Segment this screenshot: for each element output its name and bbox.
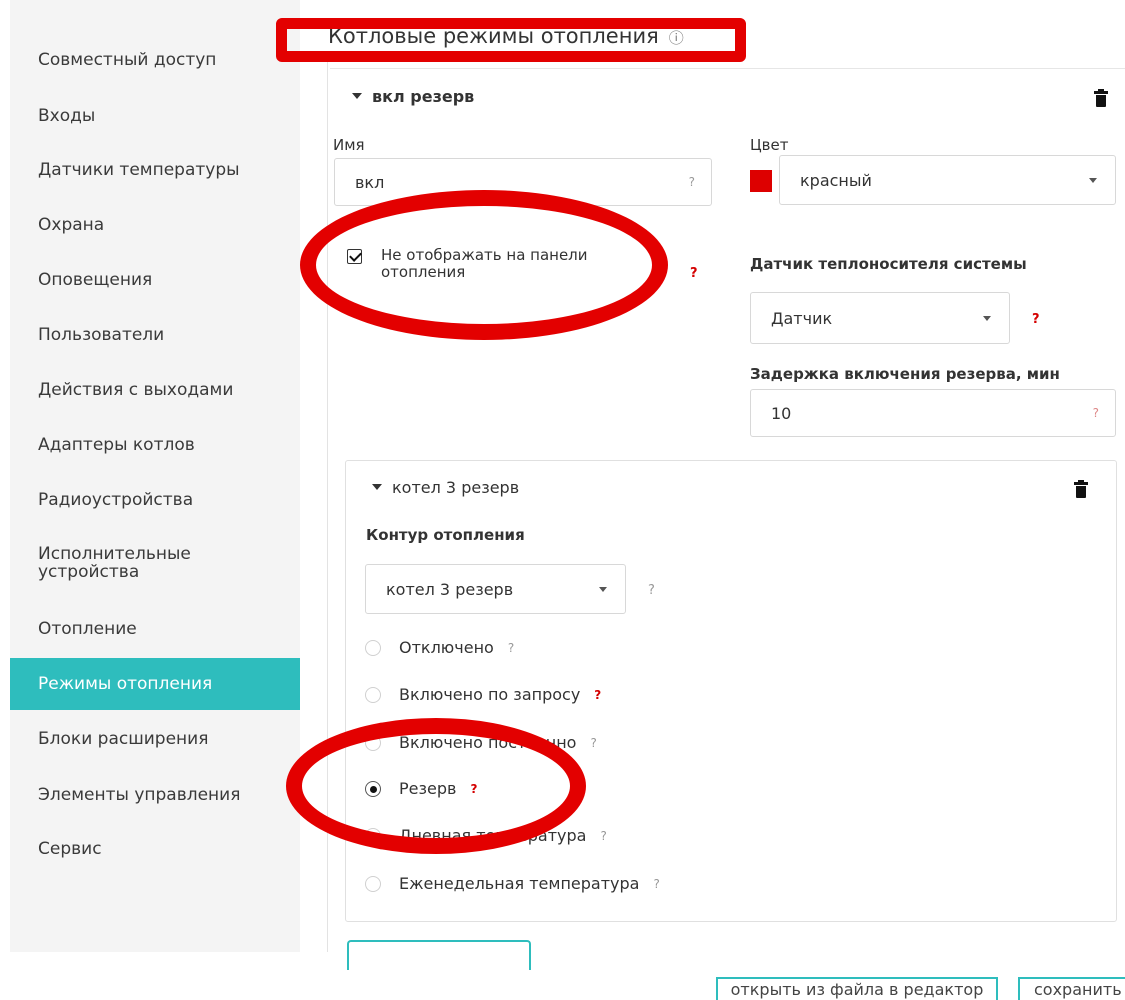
save-button[interactable]: сохранить <box>1018 977 1125 1000</box>
help-icon[interactable]: ? <box>648 583 655 598</box>
header-divider <box>330 68 1125 69</box>
radio-option-off[interactable]: Отключено ? <box>365 638 514 657</box>
color-swatch <box>750 170 772 192</box>
color-select[interactable]: красный <box>779 155 1116 205</box>
button-label: открыть из файла в редактор <box>730 980 984 999</box>
delay-label: Задержка включения резерва, мин <box>750 365 1060 383</box>
sidebar-item-output-actions[interactable]: Действия с выходами <box>10 380 300 400</box>
help-icon[interactable]: ? <box>1093 406 1099 420</box>
help-icon-red[interactable]: ? <box>1032 312 1040 327</box>
radio-button[interactable] <box>365 639 381 656</box>
sidebar-item-label: Режимы отопления <box>38 674 213 694</box>
sidebar: Совместный доступ Входы Датчики температ… <box>10 0 300 952</box>
trash-icon[interactable] <box>1094 89 1108 107</box>
contour-value: котел 3 резерв <box>386 579 514 599</box>
sidebar-item-shared-access[interactable]: Совместный доступ <box>10 50 300 70</box>
color-label: Цвет <box>750 136 789 154</box>
help-icon[interactable]: ? <box>600 829 606 843</box>
sidebar-item-security[interactable]: Охрана <box>10 215 300 235</box>
sidebar-item-label: Блоки расширения <box>38 729 209 749</box>
sidebar-item-label: Сервис <box>38 839 102 859</box>
name-label: Имя <box>333 136 365 154</box>
button-label: сохранить <box>1034 980 1122 999</box>
sidebar-item-label: Входы <box>38 106 96 126</box>
dropdown-arrow-icon <box>1089 178 1097 183</box>
color-value: красный <box>800 170 872 190</box>
name-value: вкл <box>355 172 385 192</box>
dropdown-arrow-icon <box>983 316 991 321</box>
sidebar-item-controls[interactable]: Элементы управления <box>10 785 300 805</box>
annotation-rectangle <box>276 18 746 62</box>
radio-label: Включено по запросу <box>399 685 581 704</box>
sidebar-item-label: Датчики температуры <box>38 160 240 180</box>
open-in-editor-button[interactable]: открыть из файла в редактор <box>716 977 998 1000</box>
sidebar-item-notifications[interactable]: Оповещения <box>10 270 300 290</box>
sidebar-item-label: Охрана <box>38 215 105 235</box>
help-icon[interactable]: ? <box>653 877 659 891</box>
sidebar-item-label: Исполнительные <box>38 544 191 564</box>
annotation-ellipse <box>286 718 586 854</box>
delay-value: 10 <box>771 403 792 423</box>
sidebar-item-service[interactable]: Сервис <box>10 839 300 859</box>
annotation-ellipse <box>300 190 668 340</box>
contour-select[interactable]: котел 3 резерв <box>365 564 626 614</box>
circuit-heading: котел 3 резерв <box>392 478 520 497</box>
help-icon-red[interactable]: ? <box>690 266 698 281</box>
delay-input[interactable]: 10 ? <box>750 389 1116 437</box>
sidebar-item-actuators[interactable]: Исполнительные устройства <box>10 545 300 581</box>
sidebar-item-label: Радиоустройства <box>38 490 194 510</box>
sidebar-item-users[interactable]: Пользователи <box>10 325 300 345</box>
radio-option-weekly-temp[interactable]: Еженедельная температура ? <box>365 874 660 893</box>
sidebar-item-boiler-adapters[interactable]: Адаптеры котлов <box>10 435 300 455</box>
help-icon[interactable]: ? <box>508 641 514 655</box>
caret-down-icon <box>352 92 362 99</box>
help-icon[interactable]: ? <box>689 175 695 189</box>
sidebar-item-label: Действия с выходами <box>38 380 234 400</box>
radio-button[interactable] <box>365 875 381 892</box>
help-icon[interactable]: ? <box>590 736 596 750</box>
mode-toggle[interactable]: вкл резерв <box>352 87 474 106</box>
dropdown-arrow-icon <box>599 587 607 592</box>
add-circuit-button[interactable] <box>347 940 531 970</box>
sidebar-item-label: Оповещения <box>38 270 153 290</box>
radio-label: Отключено <box>399 638 494 657</box>
sensor-label: Датчик теплоносителя системы <box>750 255 1027 273</box>
sensor-value: Датчик <box>771 308 833 328</box>
sidebar-item-expansion-blocks[interactable]: Блоки расширения <box>10 729 300 749</box>
sidebar-item-radio-devices[interactable]: Радиоустройства <box>10 490 300 510</box>
sidebar-item-heating-modes[interactable]: Режимы отопления <box>10 658 300 710</box>
mode-heading: вкл резерв <box>372 87 475 106</box>
radio-option-on-demand[interactable]: Включено по запросу ? <box>365 685 601 704</box>
radio-label: Еженедельная температура <box>399 874 640 893</box>
sidebar-item-inputs[interactable]: Входы <box>10 106 300 126</box>
trash-icon[interactable] <box>1074 480 1088 498</box>
radio-button[interactable] <box>365 686 381 703</box>
help-icon-red[interactable]: ? <box>594 688 601 702</box>
sidebar-item-heating[interactable]: Отопление <box>10 619 300 639</box>
sensor-select[interactable]: Датчик <box>750 292 1010 344</box>
sidebar-item-label: Адаптеры котлов <box>38 435 195 455</box>
sidebar-item-label: Отопление <box>38 619 137 639</box>
sidebar-item-temp-sensors[interactable]: Датчики температуры <box>10 160 300 180</box>
sidebar-item-label: Совместный доступ <box>38 50 217 70</box>
caret-down-icon <box>372 483 382 490</box>
sidebar-item-label: Пользователи <box>38 325 165 345</box>
sidebar-item-label: устройства <box>38 562 140 582</box>
contour-label: Контур отопления <box>366 526 525 544</box>
sidebar-item-label: Элементы управления <box>38 785 241 805</box>
circuit-toggle[interactable]: котел 3 резерв <box>372 478 519 497</box>
